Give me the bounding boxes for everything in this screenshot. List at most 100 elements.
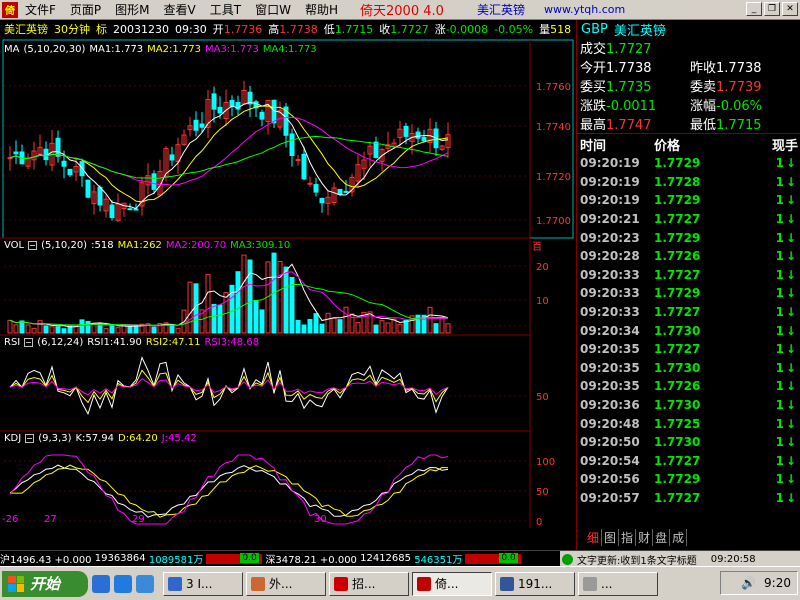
tick-row: 09:20:34 1.7730 1 ↓ (580, 323, 797, 338)
chart-canvas[interactable]: 1.7760 1.7740 1.7720 1.7700 20 10 50 100 50 0 (0, 38, 576, 550)
quote-field: 最低1.7715 (690, 118, 762, 133)
ma-legend: MA (5,10,20,30) MA1:1.773 MA2:1.773 MA3:… (4, 44, 317, 55)
close-icon[interactable]: ✕ (782, 2, 798, 16)
task-icon (500, 576, 514, 591)
quote-tab[interactable]: 盘 (653, 529, 671, 546)
date-label-30: 30 (314, 514, 327, 525)
menu-window[interactable]: 窗口W (248, 0, 298, 20)
volume-ma-line (9, 283, 449, 326)
website-url: www.ytqh.com (544, 3, 626, 16)
quote-field: 涨跌-0.0011 (580, 99, 657, 114)
start-button[interactable]: 开始 (2, 570, 88, 597)
price-tick-label: 1.7700 (536, 216, 571, 227)
sh-volume: 19363864 (94, 553, 146, 564)
down-arrow-icon: ↓ (785, 249, 797, 264)
news-text: 文字更新:收到1条文字标题 (577, 555, 697, 567)
vol-collapse-icon[interactable] (28, 241, 38, 250)
vol-legend: VOL (5,10,20) :518 MA1:262 MA2:200.70 MA… (4, 240, 290, 251)
ticks-list[interactable]: 09:20:19 1.7729 1 ↓ 09:20:19 1.7728 1 ↓ 09:20:19… (577, 154, 800, 507)
task-button[interactable]: 3 I... (163, 571, 243, 596)
quote-row: 今开1.7738 昨收1.7738 (577, 57, 800, 76)
price-tick-label: 1.7740 (536, 122, 571, 133)
quote-tab[interactable]: 成 (670, 529, 688, 546)
task-button[interactable]: 倚... (412, 571, 492, 596)
quote-tab[interactable]: 细 (585, 529, 603, 546)
quote-tab[interactable]: 财 (636, 529, 654, 546)
task-button[interactable]: ... (578, 571, 658, 596)
menu-file[interactable]: 文件F (18, 0, 63, 20)
rsi-collapse-icon[interactable] (24, 338, 34, 347)
menu-view[interactable]: 查看V (157, 0, 203, 20)
rsi-line (9, 369, 449, 404)
tick-row: 09:20:19 1.7729 1 ↓ (580, 193, 797, 208)
media-player-icon[interactable] (92, 574, 110, 593)
candle-body (133, 208, 139, 211)
kdj-lines (9, 454, 449, 525)
candle-body (295, 159, 301, 162)
quote-tab[interactable]: 图 (602, 529, 620, 546)
y-axis-ticks: 1.7760 1.7740 1.7720 1.7700 20 10 50 100 50 0 (536, 82, 571, 528)
menu-bar: 倚 文件F 页面P 图形M 查看V 工具T 窗口W 帮助H 倚天2000 4.0… (0, 0, 800, 20)
candle-body (337, 188, 343, 195)
candle-body (289, 133, 295, 156)
candlestick-series (7, 80, 451, 223)
menu-graph[interactable]: 图形M (108, 0, 156, 20)
quote-panel: GBP 美汇英镑 成交1.7727 今开1.7738 昨收1.7738 委买1.773… (576, 20, 800, 550)
down-arrow-icon: ↓ (785, 472, 797, 487)
quote-field: 今开1.7738 (580, 61, 652, 76)
tick-row: 09:20:54 1.7727 1 ↓ (580, 453, 797, 468)
tick-row: 09:20:57 1.7727 1 ↓ (580, 490, 797, 505)
task-icon (417, 576, 431, 591)
bar-high: 高1.7738 (268, 23, 318, 36)
kdj-collapse-icon[interactable] (25, 434, 35, 443)
task-button[interactable]: 招... (329, 571, 409, 596)
minimize-icon[interactable]: _ (746, 2, 762, 16)
volume-bar (445, 323, 451, 334)
ticks-header: 时间 价格 现手 (577, 134, 800, 154)
down-arrow-icon: ↓ (785, 193, 797, 208)
quote-tab[interactable]: 指 (619, 529, 637, 546)
volume-bar (295, 319, 301, 334)
restore-icon[interactable]: ❐ (764, 2, 780, 16)
volume-bar (205, 274, 211, 334)
down-arrow-icon: ↓ (785, 305, 797, 320)
ie-icon[interactable] (114, 574, 132, 593)
volume-icon[interactable]: 🔊 (741, 576, 756, 590)
bar-time: 09:30 (175, 22, 207, 36)
candle-body (301, 153, 307, 180)
down-arrow-icon: ↓ (785, 323, 797, 338)
kdj-tick-label: 50 (536, 487, 549, 498)
quote-name: 美汇英镑 (613, 23, 666, 39)
ticks-col-vol: 现手 (771, 138, 798, 154)
down-arrow-icon: ↓ (785, 174, 797, 189)
menu-help[interactable]: 帮助H (298, 0, 345, 20)
vol-indicator-name: VOL (4, 240, 25, 251)
candle-body (217, 106, 223, 114)
quote-field: 昨收1.7738 (690, 61, 762, 76)
candle-body (307, 182, 313, 185)
kdj-k-value: K:57.94 (75, 433, 115, 444)
volume-bar (433, 323, 439, 334)
menu-tools[interactable]: 工具T (203, 0, 248, 20)
app-logo-icon: 倚 (2, 1, 18, 18)
news-ticker[interactable]: 文字更新:收到1条文字标题 09:20:58 (560, 551, 800, 567)
volume-bar (325, 312, 331, 334)
sz-ratio-bar: 0.0 (465, 552, 522, 564)
chart-area[interactable]: 1.7760 1.7740 1.7720 1.7700 20 10 50 100 50 0 MA … (0, 38, 576, 550)
desktop-icon[interactable] (136, 574, 154, 593)
quote-row: 成交1.7727 (577, 38, 800, 57)
candle-body (55, 137, 61, 157)
candle-body (259, 111, 265, 120)
period-label[interactable]: 30分钟 (54, 21, 90, 37)
volume-bar (61, 328, 67, 334)
quote-field: 委买1.7735 (580, 80, 652, 95)
menu-page[interactable]: 页面P (63, 0, 108, 20)
task-button[interactable]: 外... (246, 571, 326, 596)
task-button[interactable]: 191... (495, 571, 575, 596)
tick-row: 09:20:28 1.7726 1 ↓ (580, 249, 797, 264)
vol-ma3: MA3:309.10 (230, 240, 291, 251)
rsi-lines (9, 356, 449, 416)
system-tray: 🔊 9:20 (720, 571, 798, 595)
ma-indicator-name: MA (4, 44, 20, 55)
bar-close: 收1.7727 (379, 23, 429, 36)
